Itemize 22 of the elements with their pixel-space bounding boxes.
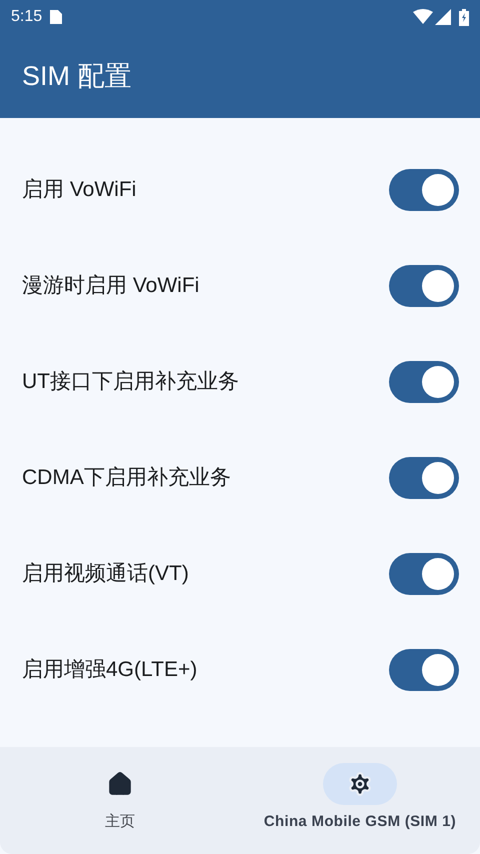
toggle-switch[interactable] [389,265,459,307]
toggle-switch[interactable] [389,361,459,403]
setting-label: 漫游时启用 VoWiFi [22,273,200,300]
setting-label: 启用 VoWiFi [22,177,138,204]
app-title: SIM 配置 [22,60,132,93]
toggle-switch[interactable] [389,169,459,211]
toggle-switch[interactable] [389,553,459,595]
wifi-icon [413,9,433,25]
setting-label: 启用视频通话(VT) [22,561,190,588]
battery-icon [459,8,469,26]
sd-card-icon [50,10,62,24]
setting-label: CDMA下启用补充业务 [22,465,232,492]
nav-item[interactable]: 主页 [0,747,240,854]
signal-icon [435,9,451,25]
nav-item[interactable]: China Mobile GSM (SIM 1) [240,747,480,854]
toggle-switch[interactable] [389,457,459,499]
toggle-switch[interactable] [389,649,459,691]
setting-label: UT接口下启用补充业务 [22,369,240,396]
settings-icon [347,771,373,797]
status-time: 5:15 [11,7,42,27]
home-icon [107,771,133,797]
setting-label: 启用增强4G(LTE+) [22,657,198,684]
